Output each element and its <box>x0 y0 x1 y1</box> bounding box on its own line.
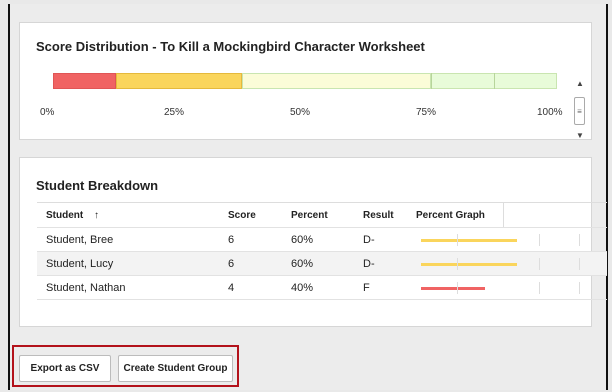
student-result: F <box>363 281 370 294</box>
percent-graph-bar <box>421 263 517 266</box>
distribution-bar <box>53 73 557 89</box>
distribution-segment-1 <box>53 73 116 89</box>
student-score: 4 <box>228 281 235 294</box>
create-student-group-button[interactable]: Create Student Group <box>118 355 233 382</box>
percent-graph-bar <box>421 239 517 242</box>
scroll-down-icon[interactable]: ▼ <box>576 131 584 140</box>
student-score: 6 <box>228 233 235 246</box>
percent-graph <box>407 276 607 299</box>
sort-ascending-icon[interactable]: ↑ <box>94 210 99 221</box>
axis-label-75: 75% <box>416 107 437 118</box>
student-percent: 60% <box>291 233 314 246</box>
export-csv-button[interactable]: Export as CSV <box>19 355 111 382</box>
table-row[interactable]: Student, Bree 6 60% D- <box>37 228 607 252</box>
student-result: D- <box>363 257 375 270</box>
student-breakdown-card: Student Breakdown Student ↑ Score Percen… <box>19 157 607 327</box>
scroll-up-icon[interactable]: ▲ <box>576 79 584 88</box>
header-score[interactable]: Score <box>220 210 282 221</box>
graph-tick <box>539 258 540 270</box>
axis-label-0: 0% <box>40 107 55 118</box>
student-percent: 40% <box>291 281 314 294</box>
graph-tick <box>579 282 580 294</box>
table-header: Student ↑ Score Percent Result Percent G… <box>37 203 607 228</box>
student-name: Student, Lucy <box>46 257 114 270</box>
percent-graph-bar <box>421 287 485 290</box>
graph-tick <box>539 234 540 246</box>
graph-tick <box>457 282 458 294</box>
scroll-thumb[interactable]: ≡ <box>574 97 585 125</box>
header-percent[interactable]: Percent <box>282 210 354 221</box>
student-name: Student, Nathan <box>46 281 126 294</box>
breakdown-title: Student Breakdown <box>36 178 159 193</box>
graph-tick <box>579 258 580 270</box>
axis-label-25: 25% <box>164 107 185 118</box>
percent-graph <box>407 228 607 251</box>
graph-tick <box>579 234 580 246</box>
axis-label-50: 50% <box>290 107 311 118</box>
header-percent-graph: Percent Graph <box>407 203 504 227</box>
distribution-segment-3 <box>242 73 431 89</box>
student-score: 6 <box>228 257 235 270</box>
distribution-segment-2 <box>116 73 242 89</box>
distribution-title: Score Distribution - To Kill a Mockingbi… <box>36 39 425 54</box>
distribution-tick <box>431 73 432 89</box>
student-percent: 60% <box>291 257 314 270</box>
score-distribution-card: Score Distribution - To Kill a Mockingbi… <box>19 22 592 140</box>
distribution-tick <box>494 73 495 89</box>
table-row[interactable]: Student, Nathan 4 40% F <box>37 276 607 300</box>
distribution-scrollbar[interactable]: ▲ ≡ ▼ <box>573 79 587 149</box>
graph-tick <box>457 258 458 270</box>
percent-graph <box>407 252 607 275</box>
student-table: Student ↑ Score Percent Result Percent G… <box>37 202 607 300</box>
student-name: Student, Bree <box>46 233 114 246</box>
header-student[interactable]: Student ↑ <box>37 210 220 221</box>
action-buttons: Export as CSV Create Student Group <box>12 345 239 387</box>
header-result[interactable]: Result <box>354 210 407 221</box>
graph-tick <box>539 282 540 294</box>
table-row[interactable]: Student, Lucy 6 60% D- <box>37 252 607 276</box>
student-result: D- <box>363 233 375 246</box>
graph-tick <box>457 234 458 246</box>
axis-label-100: 100% <box>537 107 563 118</box>
